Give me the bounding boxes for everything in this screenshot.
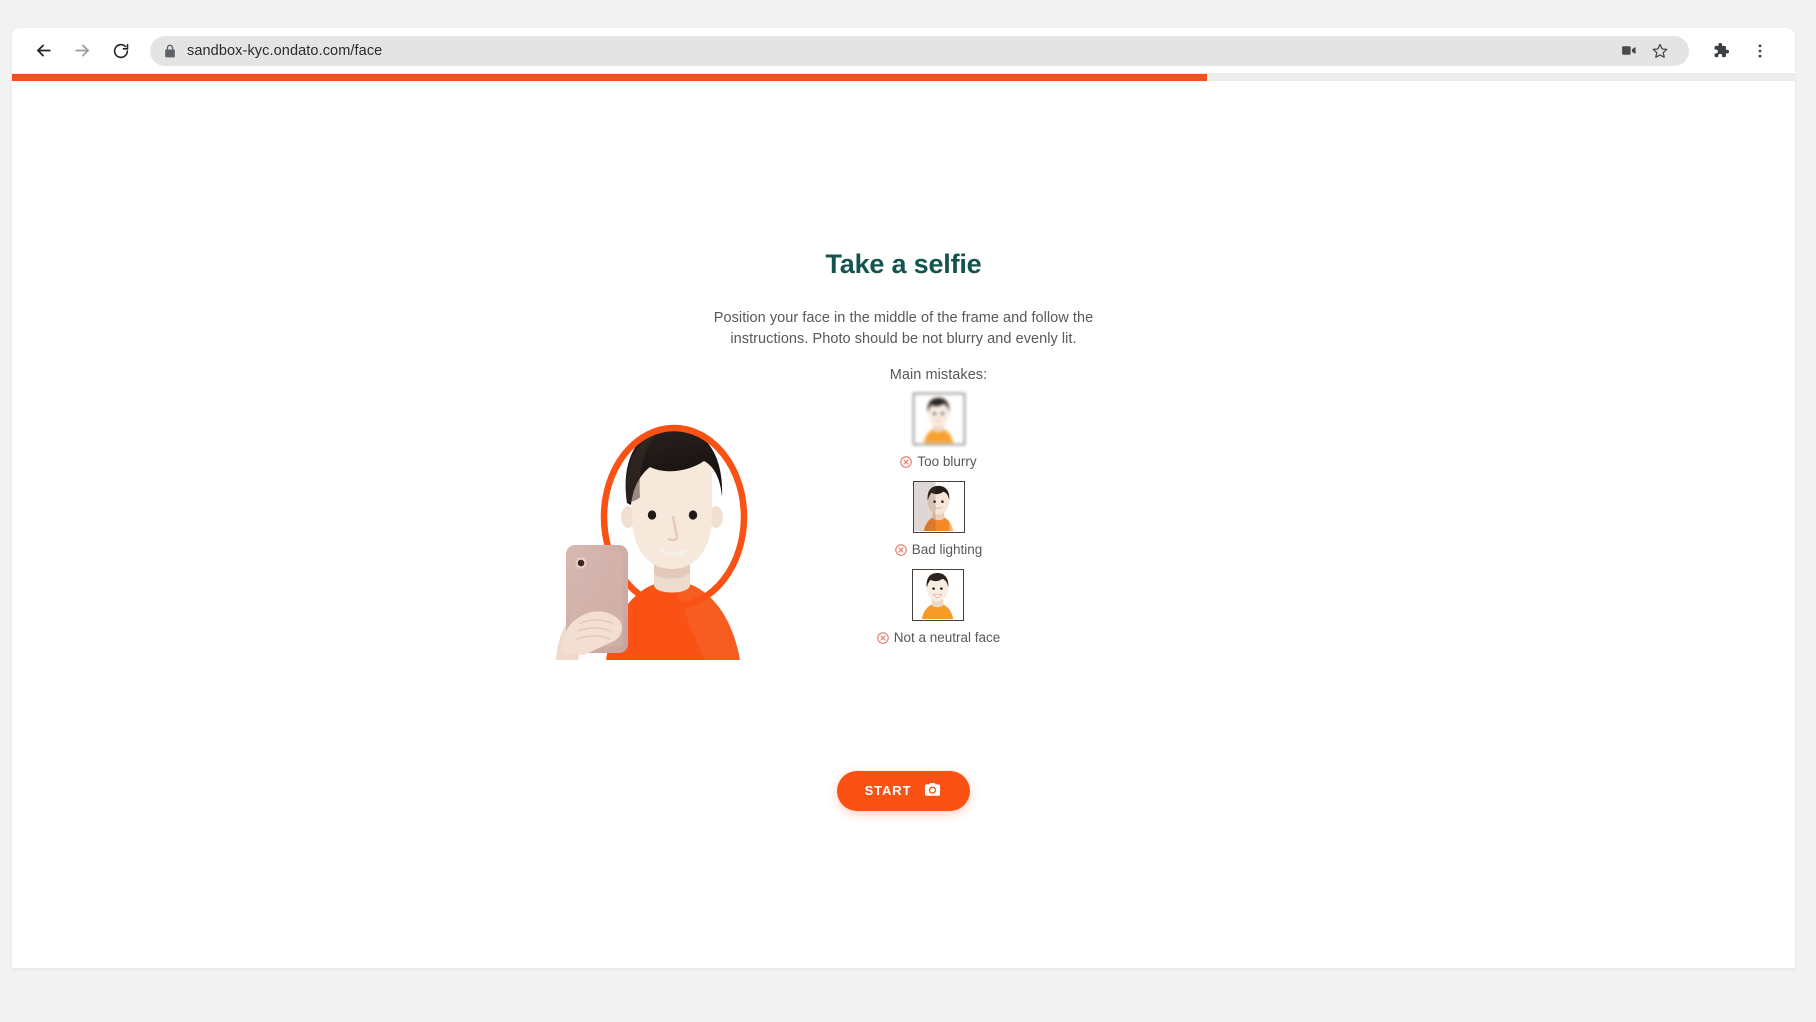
main-mistakes-label: Main mistakes: <box>889 366 988 383</box>
circle-x-icon <box>894 543 907 561</box>
mistake-caption: Too blurry <box>900 453 977 473</box>
address-bar[interactable]: sandbox-kyc.ondato.com/face <box>150 35 1689 66</box>
forward-button[interactable] <box>65 34 99 68</box>
browser-toolbar: sandbox-kyc.ondato.com/face <box>12 28 1795 73</box>
mistake-caption: Not a neutral face <box>876 629 1001 649</box>
mistake-item: Bad lighting <box>894 480 983 561</box>
star-icon[interactable] <box>1645 36 1675 66</box>
puzzle-piece-icon[interactable] <box>1705 36 1735 66</box>
arrow-left-icon <box>34 41 53 60</box>
page-title: Take a selfie <box>825 249 982 279</box>
selfie-instructions-block: Main mistakes: Too blurry Bad lighting N… <box>544 367 1264 727</box>
start-button-container: START <box>836 770 971 811</box>
mistake-caption: Bad lighting <box>894 541 983 561</box>
mistake-item: Too blurry <box>900 392 977 473</box>
mistake-caption-text: Bad lighting <box>911 541 983 557</box>
lock-icon <box>164 44 176 58</box>
start-button-label: START <box>864 783 912 799</box>
circle-x-icon <box>900 455 913 473</box>
browser-window: sandbox-kyc.ondato.com/face Take a selfi… <box>12 28 1795 968</box>
page-content: Take a selfie Position your face in the … <box>12 81 1795 968</box>
reload-button[interactable] <box>104 34 138 68</box>
omnibox-actions <box>1613 36 1675 66</box>
start-button[interactable]: START <box>836 770 971 811</box>
circle-x-icon <box>876 631 889 649</box>
arrow-right-icon <box>73 41 92 60</box>
person-taking-selfie-illustration <box>544 405 794 660</box>
toolbar-right-icons <box>1699 36 1781 66</box>
video-camera-icon[interactable] <box>1613 36 1643 66</box>
mistake-item: Not a neutral face <box>876 568 1001 649</box>
url-text: sandbox-kyc.ondato.com/face <box>187 42 383 59</box>
page-viewport: Take a selfie Position your face in the … <box>12 73 1795 968</box>
main-mistakes-section: Main mistakes: Too blurry Bad lighting N… <box>844 367 1034 656</box>
progress-bar-fill <box>12 74 1207 81</box>
mistake-thumb-not-neutral-face <box>912 568 965 621</box>
reload-icon <box>112 42 130 60</box>
page-subtitle: Position your face in the middle of the … <box>713 310 1094 348</box>
progress-bar-track <box>12 74 1795 81</box>
mistake-caption-text: Not a neutral face <box>893 629 1001 645</box>
camera-icon <box>923 780 942 802</box>
back-button[interactable] <box>26 34 60 68</box>
mistake-thumb-bad-lighting <box>912 480 965 533</box>
mistake-thumb-too-blurry <box>912 392 965 445</box>
navigation-buttons <box>26 34 138 68</box>
mistake-caption-text: Too blurry <box>917 453 977 469</box>
three-dot-menu-icon[interactable] <box>1745 36 1775 66</box>
